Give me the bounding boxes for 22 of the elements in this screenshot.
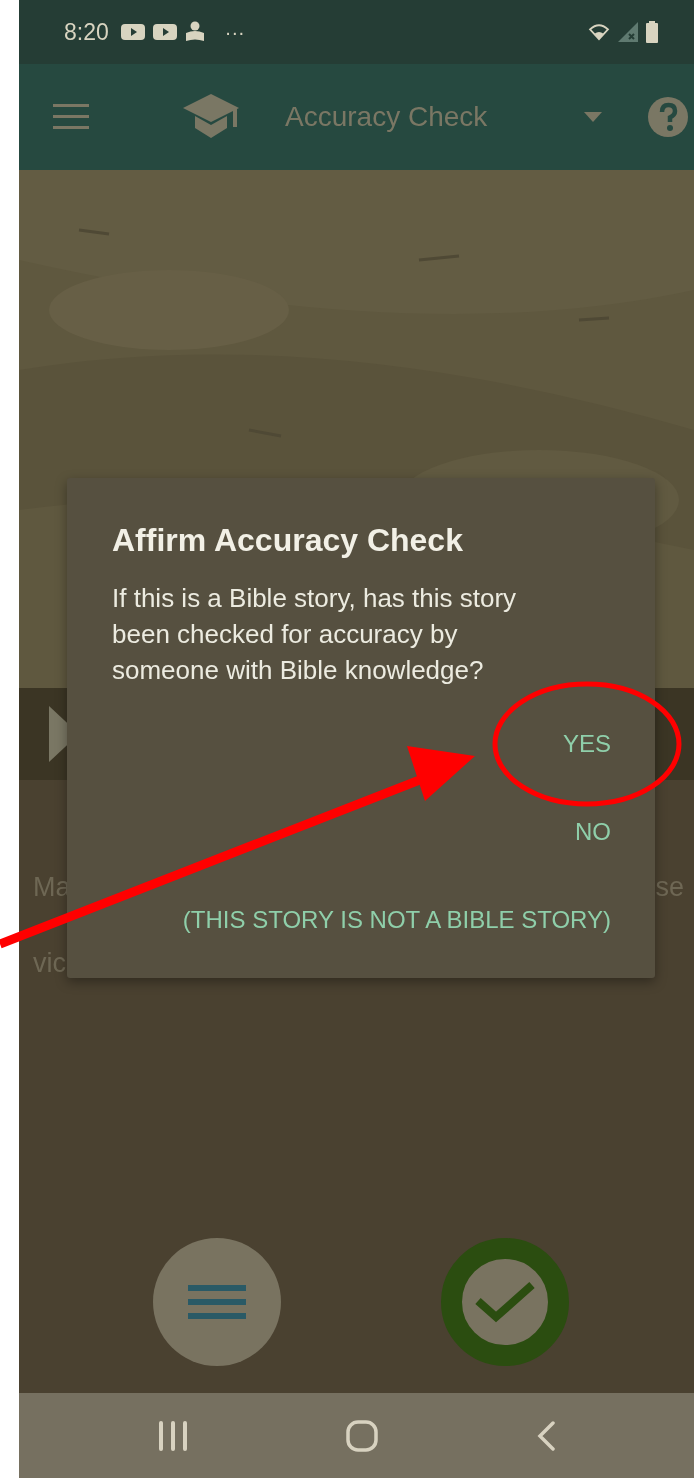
reader-notification-icon — [184, 21, 205, 43]
video-notification-icon — [152, 23, 177, 41]
back-icon[interactable] — [536, 1420, 555, 1451]
more-notifications: ··· — [224, 20, 245, 44]
signal-icon — [618, 22, 638, 42]
dropdown-icon[interactable] — [584, 112, 602, 122]
dialog-button[interactable]: (THIS STORY IS NOT A BIBLE STORY) — [182, 878, 611, 962]
list-icon — [188, 1285, 246, 1319]
recent-apps-icon[interactable] — [158, 1420, 187, 1451]
status-time: 8:20 — [64, 18, 109, 46]
help-icon[interactable] — [648, 97, 688, 137]
battery-icon — [646, 21, 658, 43]
dialog-button[interactable]: NO — [575, 790, 611, 874]
graduation-cap-icon — [183, 94, 239, 140]
menu-icon[interactable] — [53, 104, 89, 130]
dialog-button[interactable]: YES — [562, 702, 611, 786]
wifi-icon — [588, 23, 610, 41]
video-notification-icon — [120, 23, 145, 41]
dialog-message: If this is a Bible story, has this story been checked for accuracy by someone with Bible knowledge? — [112, 582, 518, 687]
home-icon[interactable] — [345, 1419, 378, 1452]
checkmark-icon — [474, 1279, 536, 1325]
dialog-title: Affirm Accuracy Check — [112, 521, 464, 560]
